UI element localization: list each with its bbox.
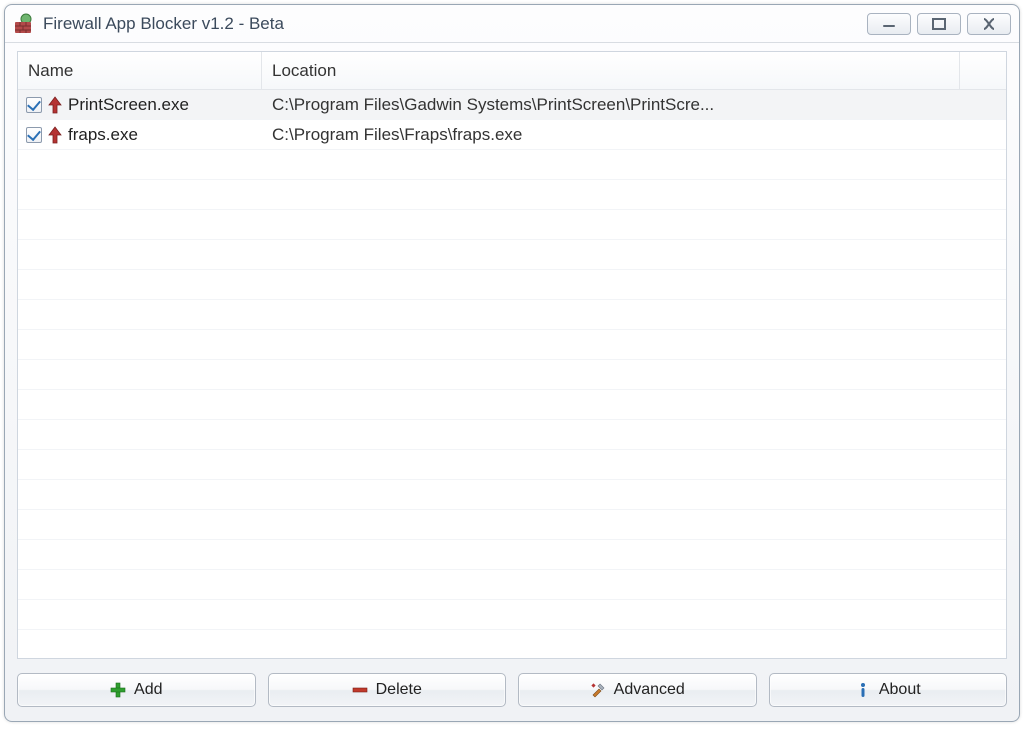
column-header-spacer [960, 52, 1006, 89]
window-controls [867, 13, 1011, 35]
column-header-name[interactable]: Name [18, 52, 262, 89]
close-button[interactable] [967, 13, 1011, 35]
minus-icon [352, 682, 368, 698]
empty-row [18, 390, 1006, 420]
empty-row [18, 480, 1006, 510]
info-icon [855, 682, 871, 698]
advanced-button[interactable]: Advanced [518, 673, 757, 707]
blocked-arrow-icon [48, 126, 62, 144]
plus-icon [110, 682, 126, 698]
table-row[interactable]: fraps.exe C:\Program Files\Fraps\fraps.e… [18, 120, 1006, 150]
cell-name: fraps.exe [18, 125, 262, 145]
empty-row [18, 240, 1006, 270]
empty-row [18, 510, 1006, 540]
about-label: About [879, 681, 921, 699]
column-header-location[interactable]: Location [262, 52, 960, 89]
add-label: Add [134, 681, 162, 699]
row-name: fraps.exe [68, 125, 138, 145]
app-icon [13, 13, 35, 35]
delete-label: Delete [376, 681, 422, 699]
empty-row [18, 540, 1006, 570]
empty-row [18, 180, 1006, 210]
about-button[interactable]: About [769, 673, 1008, 707]
minimize-button[interactable] [867, 13, 911, 35]
empty-row [18, 570, 1006, 600]
empty-row [18, 330, 1006, 360]
empty-row [18, 600, 1006, 630]
empty-row [18, 300, 1006, 330]
list-panel: Name Location PrintScreen.exe C:\Program… [17, 51, 1007, 659]
list-body[interactable]: PrintScreen.exe C:\Program Files\Gadwin … [18, 90, 1006, 658]
row-name: PrintScreen.exe [68, 95, 189, 115]
add-button[interactable]: Add [17, 673, 256, 707]
row-checkbox[interactable] [26, 97, 42, 113]
empty-row [18, 420, 1006, 450]
blocked-arrow-icon [48, 96, 62, 114]
delete-button[interactable]: Delete [268, 673, 507, 707]
cell-name: PrintScreen.exe [18, 95, 262, 115]
empty-row [18, 450, 1006, 480]
row-location: C:\Program Files\Gadwin Systems\PrintScr… [262, 95, 960, 115]
maximize-button[interactable] [917, 13, 961, 35]
titlebar[interactable]: Firewall App Blocker v1.2 - Beta [5, 5, 1019, 43]
window-title: Firewall App Blocker v1.2 - Beta [43, 14, 867, 34]
empty-row [18, 150, 1006, 180]
table-row[interactable]: PrintScreen.exe C:\Program Files\Gadwin … [18, 90, 1006, 120]
empty-row [18, 270, 1006, 300]
columns-header: Name Location [18, 52, 1006, 90]
empty-row [18, 210, 1006, 240]
toolbar: Add Delete Advanced About [5, 663, 1019, 721]
empty-row [18, 360, 1006, 390]
app-window: Firewall App Blocker v1.2 - Beta Name Lo… [4, 4, 1020, 722]
row-location: C:\Program Files\Fraps\fraps.exe [262, 125, 960, 145]
advanced-label: Advanced [614, 681, 685, 699]
tools-icon [590, 682, 606, 698]
row-checkbox[interactable] [26, 127, 42, 143]
